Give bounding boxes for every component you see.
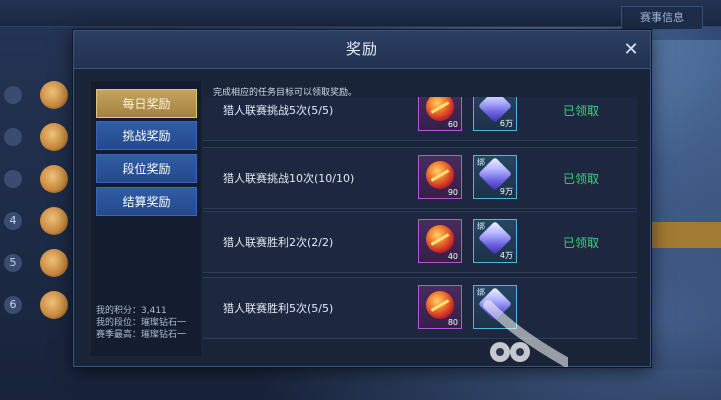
reward-item[interactable]: 6万	[473, 97, 517, 131]
stat-season-best: 赛季最高：璀璨钻石一	[96, 330, 187, 340]
watermark-logo-icon	[483, 300, 568, 367]
reward-item[interactable]: 80	[418, 285, 462, 329]
fire-orb-icon	[426, 97, 454, 121]
ranking-row: 5	[0, 246, 72, 280]
reward-quantity: 60	[447, 120, 458, 129]
task-row: 猎人联赛胜利5次(5/5) 80 绑	[203, 277, 637, 339]
rank-number: 4	[4, 212, 22, 230]
fire-orb-icon	[426, 161, 454, 189]
tab-challenge-rewards[interactable]: 挑战奖励	[96, 121, 197, 150]
tab-daily-rewards[interactable]: 每日奖励	[96, 89, 197, 118]
ranking-row	[0, 162, 72, 196]
stat-rank: 我的段位：璀璨钻石一	[96, 318, 187, 328]
ranking-row	[0, 78, 72, 112]
task-row: 猎人联赛挑战5次(5/5) 60 6万 已领取	[203, 97, 637, 141]
ranking-row: 4	[0, 204, 72, 238]
dialog-title: 奖励	[345, 40, 378, 58]
rank-badge-icon	[4, 128, 22, 146]
avatar	[40, 249, 68, 277]
task-name: 猎人联赛挑战5次(5/5)	[223, 104, 334, 117]
close-icon[interactable]: ✕	[620, 39, 642, 61]
fire-orb-icon	[426, 225, 454, 253]
avatar	[40, 81, 68, 109]
task-name: 猎人联赛胜利2次(2/2)	[223, 236, 334, 249]
task-name: 猎人联赛胜利5次(5/5)	[223, 302, 334, 315]
dialog-header: 奖励 ✕	[74, 31, 650, 69]
reward-quantity: 80	[447, 318, 458, 327]
reward-quantity: 4万	[499, 251, 513, 260]
background-ranking-list: 4 5 6	[0, 78, 72, 378]
reward-quantity: 40	[447, 252, 458, 261]
claimed-status: 已领取	[563, 172, 600, 186]
reward-quantity: 90	[447, 188, 458, 197]
reward-item[interactable]: 60	[418, 97, 462, 131]
reward-quantity: 6万	[499, 119, 513, 128]
claimed-status: 已领取	[563, 104, 600, 118]
rank-number: 6	[4, 296, 22, 314]
claimed-status: 已领取	[563, 236, 600, 250]
rank-badge-icon	[4, 86, 22, 104]
background-top-bar	[0, 0, 721, 27]
rank-number: 5	[4, 254, 22, 272]
avatar	[40, 291, 68, 319]
reward-item[interactable]: 90	[418, 155, 462, 199]
rank-badge-icon	[4, 170, 22, 188]
background-gold-button	[643, 222, 721, 248]
task-list[interactable]: 猎人联赛挑战5次(5/5) 60 6万 已领取 猎人联赛挑战10次(10/10)…	[203, 97, 637, 359]
task-row: 猎人联赛胜利2次(2/2) 40 绑 4万 已领取	[203, 211, 637, 273]
stat-points: 我的积分：3,411	[96, 306, 167, 316]
ranking-row: 6	[0, 288, 72, 322]
avatar	[40, 207, 68, 235]
reward-item[interactable]: 绑 4万	[473, 219, 517, 263]
tab-rank-rewards[interactable]: 段位奖励	[96, 154, 197, 183]
task-row: 猎人联赛挑战10次(10/10) 90 绑 9万 已领取	[203, 147, 637, 209]
player-stats: 我的积分：3,411 我的段位：璀璨钻石一 赛季最高：璀璨钻石一	[96, 305, 200, 341]
reward-quantity: 9万	[499, 187, 513, 196]
avatar	[40, 123, 68, 151]
avatar	[40, 165, 68, 193]
reward-item[interactable]: 40	[418, 219, 462, 263]
tab-settlement-rewards[interactable]: 结算奖励	[96, 187, 197, 216]
ranking-row	[0, 120, 72, 154]
task-name: 猎人联赛挑战10次(10/10)	[223, 172, 355, 185]
event-info-button[interactable]: 赛事信息	[621, 6, 703, 30]
reward-item[interactable]: 绑 9万	[473, 155, 517, 199]
reward-category-sidebar: 每日奖励 挑战奖励 段位奖励 结算奖励 我的积分：3,411 我的段位：璀璨钻石…	[91, 81, 201, 356]
fire-orb-icon	[426, 291, 454, 319]
